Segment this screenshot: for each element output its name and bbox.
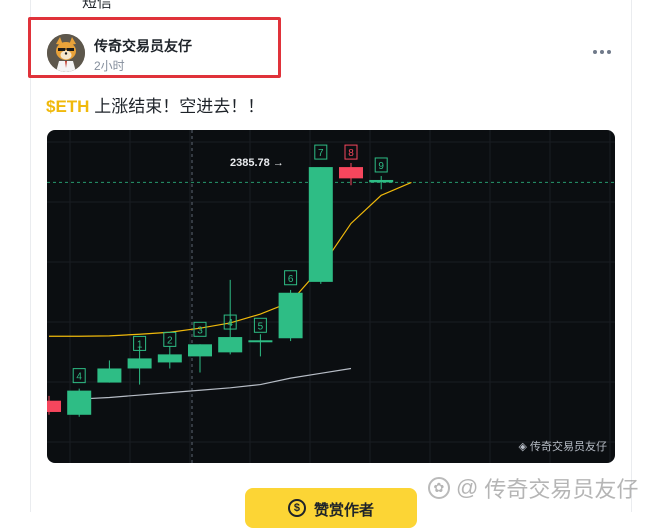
candle-body [188, 344, 212, 357]
candle-body [218, 337, 243, 353]
post-text: $ETH 上涨结束！空进去！！ [46, 92, 264, 117]
candle-body [248, 340, 273, 343]
post-timestamp: 2小时 [94, 59, 125, 73]
chart-watermark: ◈ 传奇交易员友仔 [518, 439, 607, 453]
watermark-prefix: @ [456, 475, 479, 500]
candle-marker-label: 6 [288, 274, 294, 285]
candle-marker-label: 8 [348, 148, 354, 159]
candle-body [157, 354, 182, 363]
candle-marker-label: 7 [318, 148, 324, 159]
candle-body [339, 167, 363, 179]
candle-body [127, 358, 152, 369]
candle-marker-label: 1 [137, 339, 143, 350]
candle-marker-label: 5 [258, 321, 264, 332]
price-chart[interactable]: 4 1 2 3 4 5 6 7 8 9 2385.78 → ◈ 传奇交易员友仔 [47, 130, 615, 463]
candle-body [369, 179, 394, 183]
candle-body [97, 368, 122, 383]
candlestick-chart: 4 1 2 3 4 5 6 7 8 9 2385.78 → ◈ 传奇交易员友仔 [47, 130, 615, 463]
candle-marker-label: 4 [76, 372, 82, 383]
page-watermark: ✿ @ 传奇交易员友仔 [428, 472, 638, 504]
author-name[interactable]: 传奇交易员友仔 [94, 36, 192, 56]
candle-body [47, 400, 61, 412]
tip-button-label: 赞赏作者 [313, 502, 374, 519]
watermark-logo-icon: ✿ [428, 477, 450, 499]
avatar[interactable] [47, 34, 85, 72]
candle-body [308, 167, 333, 282]
previous-post-text: 短信 [82, 0, 113, 11]
candle-marker-label: 4 [227, 318, 233, 329]
more-options-icon[interactable] [588, 40, 616, 64]
post-body: 上涨结束！空进去！！ [89, 97, 265, 116]
shiba-avatar-icon [47, 34, 85, 72]
watermark-text: 传奇交易员友仔 [484, 477, 639, 502]
ticker-link[interactable]: $ETH [46, 97, 89, 116]
candle-body [67, 390, 92, 415]
price-label: 2385.78 → [230, 157, 284, 169]
candle-marker-label: 2 [167, 335, 173, 346]
tip-author-button[interactable]: $ 赞赏作者 [245, 488, 417, 528]
coin-icon: $ [287, 499, 306, 517]
candle-marker-label: 9 [378, 161, 384, 172]
candle-body [278, 292, 303, 339]
candle-marker-label: 3 [197, 325, 203, 336]
